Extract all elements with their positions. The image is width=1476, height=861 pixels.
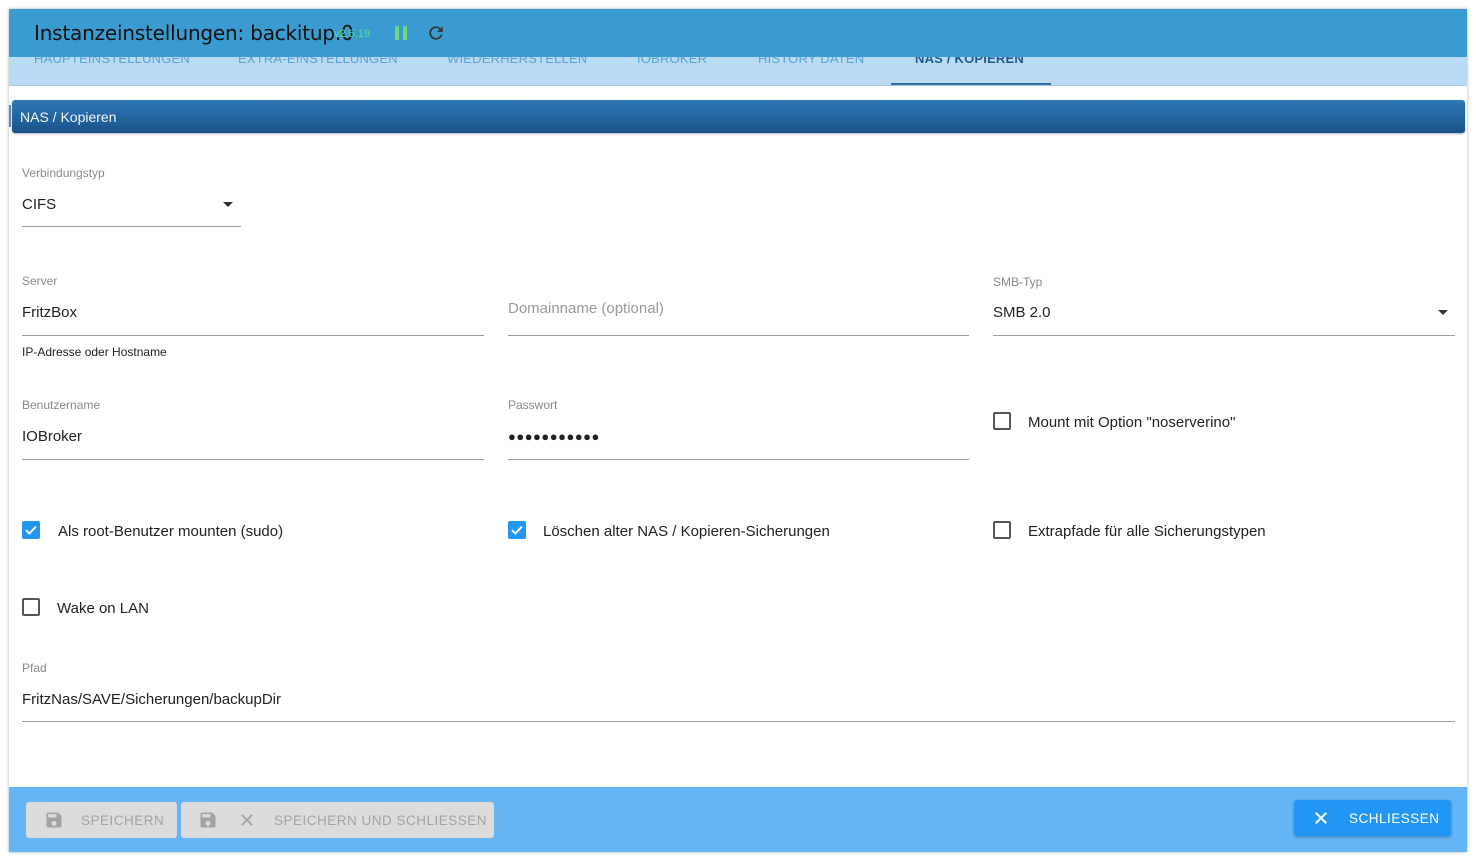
path-label: Pfad: [22, 661, 47, 675]
close-icon: [241, 814, 253, 826]
smb-type-value: SMB 2.0: [993, 304, 1051, 321]
connection-type-value: CIFS: [22, 196, 57, 213]
instance-settings-dialog: Instanzeinstellungen: backitup.0 v2.6.19…: [9, 9, 1467, 852]
password-field: Passwort ●●●●●●●●●●●: [508, 398, 969, 462]
save-and-close-button-label: Speichern und schliessen: [274, 813, 488, 828]
server-input[interactable]: FritzBox: [22, 304, 77, 321]
domain-field: Domainname (optional): [508, 274, 969, 338]
field-underline: [508, 459, 969, 460]
tab-label: ioBroker: [637, 57, 708, 66]
section-header: NAS / Kopieren: [12, 100, 1465, 133]
sudo-checkbox[interactable]: [22, 521, 40, 539]
save-icon: [200, 812, 216, 828]
smb-type-select[interactable]: SMB-Typ SMB 2.0: [993, 275, 1455, 339]
wake-on-lan-checkbox[interactable]: [22, 598, 40, 616]
path-input[interactable]: FritzNas/SAVE/Sicherungen/backupDir: [22, 691, 281, 708]
reload-icon[interactable]: [426, 23, 446, 43]
tab-label: Wiederherstellen: [447, 57, 588, 66]
password-label: Passwort: [508, 398, 558, 412]
delete-old-backups-checkbox[interactable]: [508, 521, 526, 539]
username-input[interactable]: IOBroker: [22, 428, 82, 445]
extra-paths-label: Extrapfade für alle Sicherungstypen: [1028, 523, 1266, 540]
tab-label: History Daten: [758, 57, 865, 66]
tab-label: NAS / Kopieren: [915, 57, 1024, 66]
save-button[interactable]: Speichern: [26, 802, 177, 838]
extra-paths-checkbox[interactable]: [993, 521, 1011, 539]
path-field: Pfad FritzNas/SAVE/Sicherungen/backupDir: [22, 661, 1455, 723]
smb-type-label: SMB-Typ: [993, 275, 1043, 289]
delete-old-backups-label: Löschen alter NAS / Kopieren-Sicherungen: [543, 523, 830, 540]
left-accent-strip: [9, 105, 11, 127]
section-title: NAS / Kopieren: [20, 109, 117, 125]
field-underline: [993, 335, 1455, 336]
save-and-close-button[interactable]: Speichern und schliessen: [181, 802, 494, 838]
server-helper-text: IP-Adresse oder Hostname: [22, 345, 167, 359]
save-icon: [46, 812, 62, 828]
close-button[interactable]: Schliessen: [1294, 800, 1451, 836]
version-label: v2.6.19: [334, 28, 371, 40]
sudo-label: Als root-Benutzer mounten (sudo): [58, 523, 284, 540]
field-underline: [22, 335, 484, 336]
active-tab-indicator: [891, 83, 1051, 85]
title-bar: Instanzeinstellungen: backitup.0 v2.6.19: [9, 9, 1467, 58]
username-label: Benutzername: [22, 398, 101, 412]
password-input[interactable]: ●●●●●●●●●●●: [508, 429, 600, 444]
field-underline: [22, 721, 1455, 722]
wake-on-lan-label: Wake on LAN: [57, 600, 149, 617]
save-button-label: Speichern: [81, 813, 165, 828]
username-field: Benutzername IOBroker: [22, 398, 484, 462]
close-icon: [1315, 812, 1327, 824]
tab-label: Haupteinstellungen: [34, 57, 191, 66]
noserverino-checkbox[interactable]: [993, 412, 1011, 430]
check-icon: [25, 525, 37, 535]
noserverino-label: Mount mit Option "noserverino": [1028, 414, 1236, 431]
dropdown-arrow-icon: [223, 202, 233, 207]
connection-type-select[interactable]: Verbindungstyp CIFS: [22, 166, 241, 228]
domain-input[interactable]: Domainname (optional): [508, 300, 664, 317]
server-field: Server FritzBox IP-Adresse oder Hostname: [22, 274, 484, 364]
tabs-bar: Haupteinstellungen Extra-Einstellungen W…: [9, 57, 1467, 86]
dialog-footer: Speichern Speichern und schliessen Schli…: [9, 787, 1467, 852]
field-underline: [508, 335, 969, 336]
pause-icon[interactable]: [395, 26, 409, 40]
dialog-title: Instanzeinstellungen: backitup.0: [34, 21, 354, 45]
connection-type-label: Verbindungstyp: [22, 166, 105, 180]
field-underline: [22, 459, 484, 460]
field-underline: [22, 226, 241, 227]
tab-label: Extra-Einstellungen: [238, 57, 398, 66]
check-icon: [511, 525, 523, 535]
dropdown-arrow-icon: [1438, 310, 1448, 315]
close-button-label: Schliessen: [1349, 811, 1440, 826]
server-label: Server: [22, 274, 58, 288]
